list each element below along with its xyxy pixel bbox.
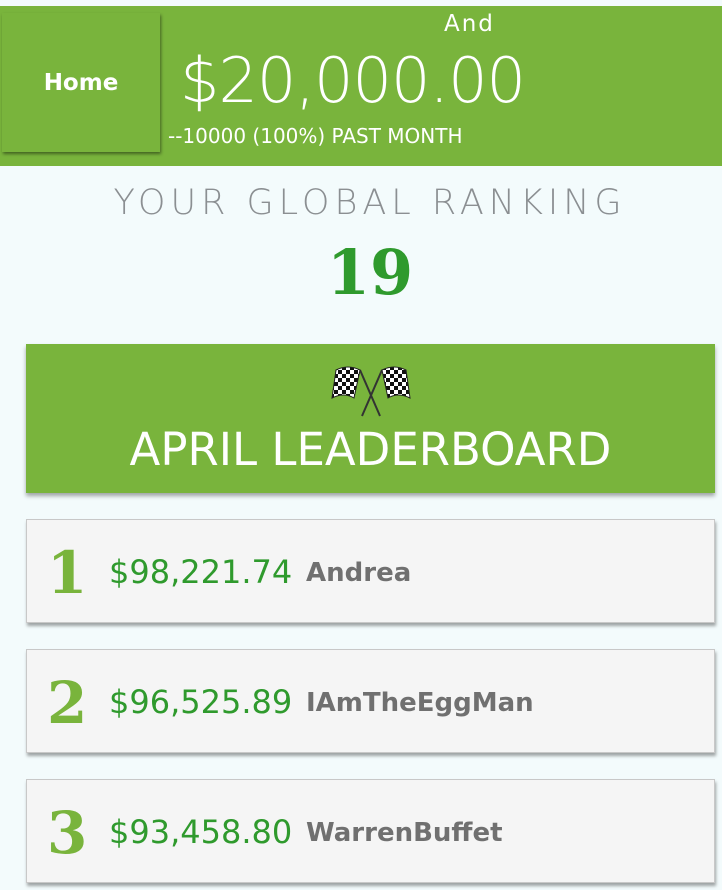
header-bar: Home And $20,000.00 --10000 (100%) PAST … — [0, 6, 722, 166]
balance-change: --10000 (100%) PAST MONTH — [168, 124, 463, 148]
entry-name: IAmTheEggMan — [306, 688, 534, 718]
leaderboard-entry-1[interactable]: 1 $98,221.74 Andrea — [26, 519, 715, 623]
entry-amount: $93,458.80 — [109, 813, 293, 851]
entry-amount: $98,221.74 — [109, 553, 293, 591]
entry-rank: 1 — [47, 539, 88, 607]
ranking-value: 19 — [326, 236, 414, 309]
leaderboard-entry-3[interactable]: 3 $93,458.80 WarrenBuffet — [26, 779, 715, 883]
entry-rank: 2 — [47, 669, 88, 737]
leaderboard-entry-2[interactable]: 2 $96,525.89 IAmTheEggMan — [26, 649, 715, 753]
leaderboard-title: APRIL LEADERBOARD — [129, 423, 612, 476]
home-button[interactable]: Home — [2, 13, 160, 152]
entry-name: Andrea — [306, 558, 412, 588]
entry-rank: 3 — [47, 799, 88, 867]
account-balance: $20,000.00 — [180, 44, 526, 117]
checkered-flags-icon — [331, 366, 411, 417]
ranking-label: YOUR GLOBAL RANKING — [113, 183, 627, 223]
entry-name: WarrenBuffet — [306, 818, 503, 848]
user-name: And — [444, 11, 495, 37]
entry-amount: $96,525.89 — [109, 683, 293, 721]
leaderboard-banner[interactable]: APRIL LEADERBOARD — [26, 344, 715, 493]
